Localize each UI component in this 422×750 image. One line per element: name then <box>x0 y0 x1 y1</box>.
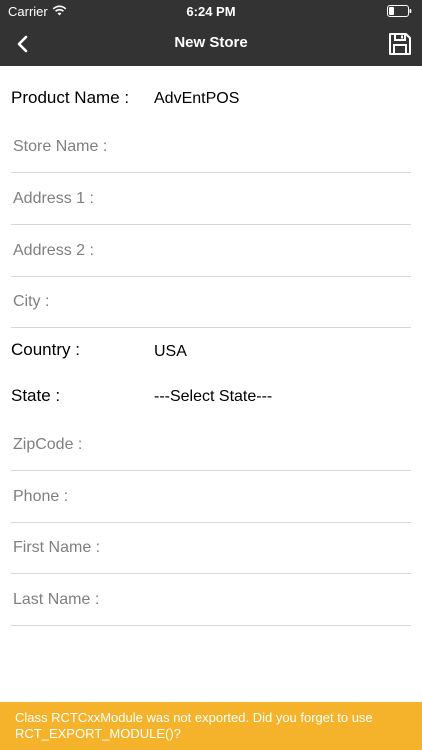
divider <box>11 224 411 225</box>
product-name-row: Product Name : AdvEntPOS <box>0 82 422 122</box>
error-banner[interactable]: Class RCTCxxModule was not exported. Did… <box>0 702 422 750</box>
divider <box>11 172 411 173</box>
divider <box>11 522 411 523</box>
phone-field[interactable]: Phone : <box>0 482 422 534</box>
state-label: State : <box>11 386 61 405</box>
address1-placeholder: Address 1 : <box>13 190 94 207</box>
save-icon[interactable] <box>386 30 414 58</box>
state-row[interactable]: State : ---Select State--- <box>0 380 422 420</box>
city-field[interactable]: City : <box>0 288 422 340</box>
address2-field[interactable]: Address 2 : <box>0 236 422 288</box>
divider <box>11 573 411 574</box>
address1-field[interactable]: Address 1 : <box>0 184 422 236</box>
status-bar: Carrier 6:24 PM <box>0 0 422 22</box>
nav-bar: New Store <box>0 22 422 66</box>
country-row[interactable]: Country : USA <box>0 334 422 376</box>
phone-placeholder: Phone : <box>13 488 69 505</box>
divider <box>11 625 411 626</box>
battery-icon <box>387 5 412 17</box>
first-name-field[interactable]: First Name : <box>0 534 422 586</box>
state-select[interactable]: ---Select State--- <box>154 388 272 406</box>
store-name-placeholder: Store Name : <box>13 138 108 155</box>
header: Carrier 6:24 PM New Store <box>0 0 422 66</box>
zipcode-field[interactable]: ZipCode : <box>0 430 422 482</box>
divider <box>11 276 411 277</box>
zipcode-placeholder: ZipCode : <box>13 436 83 453</box>
product-name-value: AdvEntPOS <box>154 90 240 107</box>
last-name-placeholder: Last Name : <box>13 591 100 608</box>
product-name-label: Product Name : <box>11 88 130 107</box>
store-name-field[interactable]: Store Name : <box>0 132 422 184</box>
city-placeholder: City : <box>13 293 50 310</box>
divider <box>11 327 411 328</box>
error-message: Class RCTCxxModule was not exported. Did… <box>15 710 373 741</box>
country-value[interactable]: USA <box>154 343 187 361</box>
address2-placeholder: Address 2 : <box>13 242 94 259</box>
status-time: 6:24 PM <box>186 4 236 19</box>
divider <box>11 470 411 471</box>
country-label: Country : <box>11 340 80 359</box>
last-name-field[interactable]: Last Name : <box>0 585 422 637</box>
first-name-placeholder: First Name : <box>13 539 101 556</box>
app-screen: Carrier 6:24 PM New Store Product Name:… <box>0 0 422 750</box>
page-title: New Store <box>174 34 248 51</box>
